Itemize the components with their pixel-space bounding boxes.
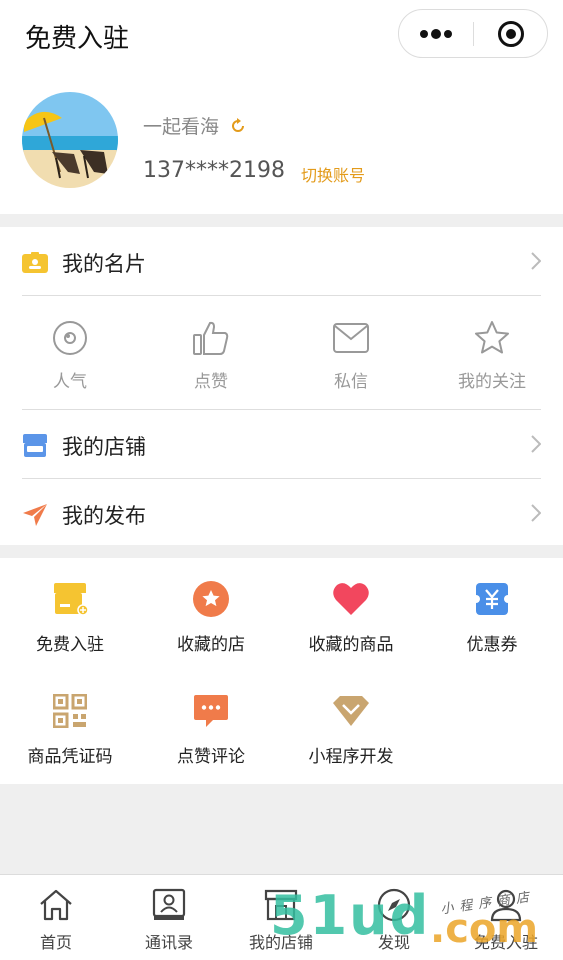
my-business-card-label: 我的名片	[62, 252, 146, 276]
store-plus-icon	[51, 580, 89, 618]
star-circle-icon	[192, 580, 230, 618]
tab-home[interactable]: 首页	[0, 875, 112, 960]
avatar[interactable]	[22, 92, 118, 188]
thumbs-up-icon	[192, 319, 230, 357]
stat-label: 点赞	[194, 372, 228, 392]
my-card-section: 我的名片 人气 点赞 私信 我的关注 我的店铺 我的发布	[0, 227, 563, 545]
grid-item-label: 优惠券	[466, 635, 518, 655]
shop-icon	[264, 887, 298, 923]
id-card-icon	[22, 250, 48, 276]
beach-avatar-image	[22, 92, 118, 188]
tab-contacts[interactable]: 通讯录	[113, 875, 225, 960]
more-dots-icon	[420, 28, 452, 39]
eye-icon	[52, 319, 88, 357]
tab-label: 我的店铺	[248, 933, 313, 952]
tab-label: 通讯录	[144, 933, 193, 952]
grid-item-voucher-code[interactable]: 商品凭证码	[0, 670, 140, 780]
contacts-icon	[152, 887, 186, 923]
grid-item-label: 收藏的商品	[308, 635, 394, 655]
grid-item-free-join[interactable]: 免费入驻	[0, 558, 140, 668]
tab-discover[interactable]: 发现	[338, 875, 450, 960]
profile-header: 一起看海 137****2198 切换账号	[0, 72, 563, 214]
grid-item-label: 免费入驻	[36, 635, 104, 655]
tab-label: 免费入驻	[473, 933, 538, 952]
mail-icon	[333, 319, 369, 357]
qr-code-icon	[51, 692, 89, 730]
compass-icon	[377, 887, 411, 923]
page-title: 免费入驻	[25, 24, 130, 54]
grid-item-coupons[interactable]: 优惠券	[422, 558, 562, 668]
stat-messages[interactable]: 私信	[281, 297, 421, 409]
chevron-right-icon	[531, 435, 542, 457]
refresh-icon[interactable]	[229, 117, 247, 135]
close-program-button[interactable]	[474, 10, 548, 57]
stat-label: 私信	[334, 372, 368, 392]
mini-program-capsule	[398, 9, 548, 58]
coupon-icon	[473, 580, 511, 618]
divider	[22, 295, 541, 296]
nickname-row: 一起看海	[143, 112, 247, 139]
function-grid: 免费入驻 收藏的店 收藏的商品 优惠券 商品凭证码 点赞评论 小程序开发	[0, 558, 563, 784]
diamond-icon	[332, 692, 370, 730]
grid-item-like-comment[interactable]: 点赞评论	[141, 670, 281, 780]
tab-my-shop[interactable]: 我的店铺	[225, 875, 337, 960]
my-shop-row[interactable]: 我的店铺	[0, 412, 563, 480]
my-publish-row[interactable]: 我的发布	[0, 481, 563, 549]
more-button[interactable]	[399, 10, 473, 57]
grid-item-label: 商品凭证码	[27, 747, 113, 767]
chevron-right-icon	[531, 252, 542, 274]
heart-icon	[332, 580, 370, 618]
grid-item-label: 点赞评论	[177, 747, 245, 767]
navigation-bar: 免费入驻	[0, 0, 563, 72]
store-icon	[22, 433, 48, 459]
tab-label: 发现	[377, 933, 410, 952]
stat-label: 我的关注	[458, 372, 526, 392]
grid-item-fav-goods[interactable]: 收藏的商品	[281, 558, 421, 668]
home-icon	[39, 887, 73, 923]
stat-following[interactable]: 我的关注	[422, 297, 562, 409]
grid-item-mini-program-dev[interactable]: 小程序开发	[281, 670, 421, 780]
paper-plane-icon	[22, 502, 48, 528]
comment-icon	[192, 692, 230, 730]
tab-label: 首页	[39, 933, 72, 952]
my-shop-label: 我的店铺	[62, 435, 146, 459]
my-publish-label: 我的发布	[62, 504, 146, 528]
stats-row: 人气 点赞 私信 我的关注	[0, 297, 563, 409]
divider	[22, 478, 541, 479]
star-icon	[474, 319, 510, 357]
my-business-card-row[interactable]: 我的名片	[0, 229, 563, 297]
stat-likes[interactable]: 点赞	[141, 297, 281, 409]
nickname: 一起看海	[143, 116, 220, 138]
divider	[22, 409, 541, 410]
user-icon	[489, 887, 523, 923]
phone-number: 137****2198	[143, 158, 285, 183]
chevron-right-icon	[531, 504, 542, 526]
stat-popularity[interactable]: 人气	[0, 297, 140, 409]
grid-item-label: 收藏的店	[177, 635, 245, 655]
grid-item-fav-shops[interactable]: 收藏的店	[141, 558, 281, 668]
bottom-tab-bar: 首页 通讯录 我的店铺 发现 免费入驻	[0, 874, 563, 960]
switch-account-link[interactable]: 切换账号	[301, 162, 365, 186]
tab-free-join[interactable]: 免费入驻	[450, 875, 562, 960]
stat-label: 人气	[53, 372, 87, 392]
target-icon	[498, 20, 524, 47]
grid-item-label: 小程序开发	[308, 747, 394, 767]
